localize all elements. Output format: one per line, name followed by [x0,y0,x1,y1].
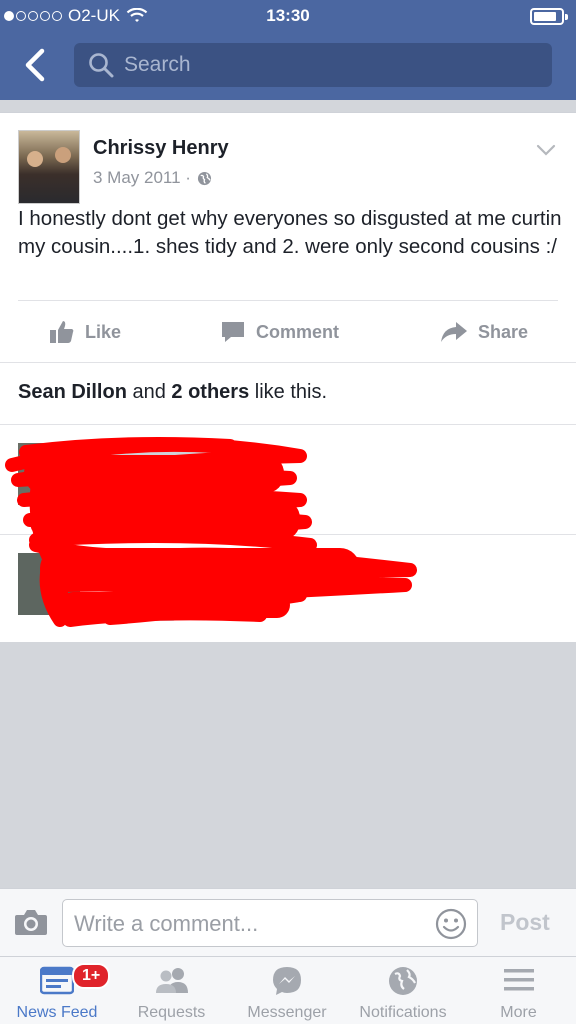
likes-and: and [126,381,172,403]
post-card: Chrissy Henry 3 May 2011 · I honestly do… [0,112,576,642]
comment-bubble-icon [222,322,244,342]
comment-text-redacted [95,571,385,583]
search-input[interactable] [124,53,524,77]
divider [0,362,576,363]
likes-summary[interactable]: Sean Dillon and 2 others like this. [18,381,327,404]
commenter-avatar[interactable] [18,443,80,505]
notification-badge: 1+ [72,963,111,989]
post-author-name[interactable]: Chrissy Henry [93,137,229,160]
comment-input[interactable] [74,909,424,939]
share-arrow-icon [441,322,467,342]
globe-icon [197,171,212,185]
post-button[interactable]: Post [500,909,550,936]
tab-news-feed[interactable]: 1+ News Feed [0,957,114,1024]
post-actions: Like Comment Share [0,308,576,356]
comment-text-redacted [95,609,175,621]
liker-name[interactable]: Sean Dillon [18,381,127,403]
tab-label: Notifications [359,1004,447,1021]
post-body-text: I honestly dont get why everyones so dis… [18,207,562,258]
comment-text-redacted [95,447,215,459]
search-icon [89,53,114,78]
messenger-icon [273,967,301,995]
chevron-down-icon [536,144,556,156]
tab-label: Requests [137,1004,206,1021]
news-feed-icon [40,966,74,995]
search-bar[interactable] [74,43,552,87]
status-bar: O2-UK 13:30 [0,0,576,34]
camera-icon [15,910,47,935]
comment-item [0,425,576,533]
post-date[interactable]: 3 May 2011 · [93,168,191,188]
tab-label: More [500,1004,537,1021]
camera-button[interactable] [14,907,48,937]
back-button[interactable] [18,46,52,84]
post-meta: 3 May 2011 · [93,168,212,188]
likes-suffix: like this. [249,381,328,403]
share-button[interactable]: Share [440,308,528,356]
notifications-icon [389,967,417,995]
tab-notifications[interactable]: Notifications [345,957,461,1024]
bottom-tab-bar: 1+ News Feed Requests Messenger Notifica… [0,956,576,1024]
comment-composer: Post [0,888,576,956]
thumbs-up-icon [50,321,74,343]
comment-label: Comment [256,321,340,342]
likes-others[interactable]: 2 others [171,381,249,403]
comment-field[interactable] [62,899,478,947]
chevron-left-icon [25,48,45,82]
tab-more[interactable]: More [461,957,576,1024]
like-button[interactable]: Like [49,308,121,356]
clock: 13:30 [266,6,310,25]
smiley-icon[interactable] [435,908,467,940]
post-options-button[interactable] [536,143,556,161]
tab-label: News Feed [16,1004,98,1021]
comment-text-redacted [95,487,255,499]
battery-icon [530,8,568,25]
tab-requests[interactable]: Requests [114,957,229,1024]
divider [18,300,558,301]
commenter-avatar[interactable] [18,553,80,615]
more-icon [503,969,534,991]
like-label: Like [85,321,122,342]
author-avatar[interactable] [18,130,80,204]
tab-label: Messenger [247,1004,327,1021]
requests-icon [155,968,188,993]
top-navigation-bar: O2-UK 13:30 [0,0,576,100]
comment-item [0,534,576,642]
share-label: Share [478,321,529,342]
comment-button[interactable]: Comment [220,308,339,356]
tab-messenger[interactable]: Messenger [229,957,345,1024]
